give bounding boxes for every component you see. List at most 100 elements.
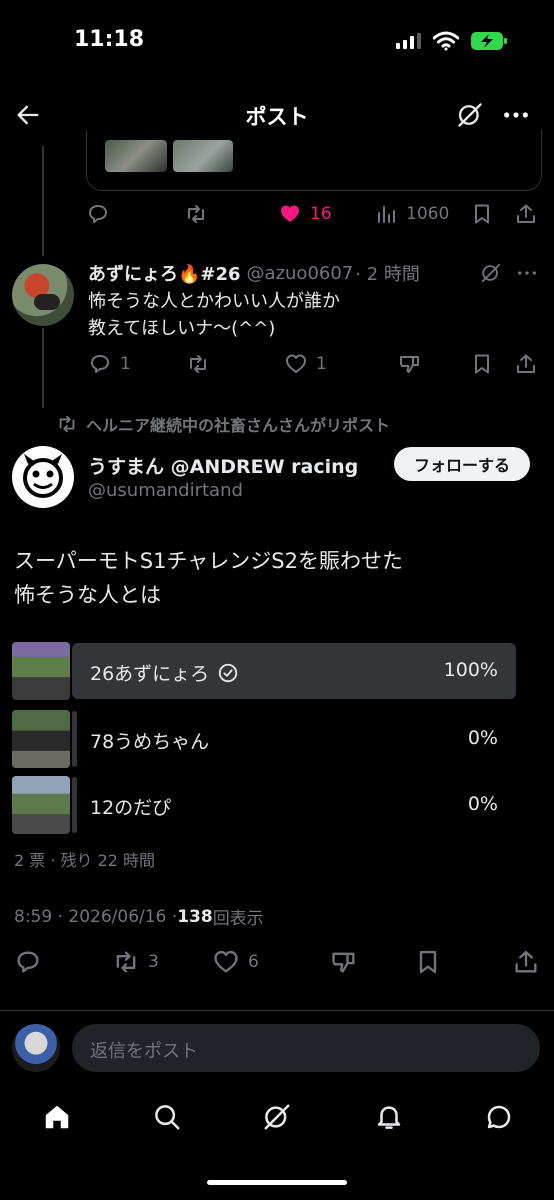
more-button[interactable] xyxy=(516,262,538,284)
post-time: · 2 時間 xyxy=(355,264,420,285)
bookmark-icon xyxy=(475,204,489,224)
like-count: 1 xyxy=(316,354,327,374)
grok-icon xyxy=(458,103,482,127)
more-icon xyxy=(504,112,528,118)
bookmark-button[interactable] xyxy=(414,948,442,976)
post-text-line: 怖そうな人とは xyxy=(14,583,161,607)
share-button[interactable] xyxy=(512,948,540,976)
grok-icon xyxy=(264,1104,290,1130)
poll-option-percent: 0% xyxy=(467,793,498,815)
heart-filled-icon xyxy=(281,205,299,222)
quoted-media-card[interactable] xyxy=(86,130,542,191)
views-button[interactable]: 1060 xyxy=(374,202,449,226)
share-button[interactable] xyxy=(514,352,538,376)
views-label: 回表示 xyxy=(212,909,264,929)
bottom-nav xyxy=(0,1096,554,1140)
home-indicator xyxy=(207,1180,347,1185)
repost-button[interactable] xyxy=(186,352,210,376)
avatar[interactable] xyxy=(12,264,74,326)
grok-button[interactable] xyxy=(456,101,484,129)
share-icon xyxy=(517,204,535,223)
repost-icon xyxy=(116,951,136,973)
poll-bar xyxy=(72,711,77,767)
poll-option-percent: 100% xyxy=(443,659,498,681)
repost-banner[interactable]: ヘルニア継続中の社畜さんさんがリポスト xyxy=(56,412,390,436)
more-button[interactable] xyxy=(502,101,530,129)
repost-count: 3 xyxy=(148,952,159,972)
tab-messages[interactable] xyxy=(484,1102,514,1132)
bookmark-icon xyxy=(419,950,437,974)
author-handle[interactable]: @usumandirtand xyxy=(88,480,243,501)
grok-button[interactable] xyxy=(480,262,502,284)
tab-notifications[interactable] xyxy=(374,1102,404,1132)
reply-button[interactable]: 1 xyxy=(88,352,131,376)
follow-button-label: フォローする xyxy=(413,456,510,475)
views-icon xyxy=(378,206,395,223)
reply-text: 怖そうな人とかわいい人が誰か 教えてほしいナ〜(^^) xyxy=(88,288,340,342)
composer-avatar[interactable] xyxy=(12,1024,60,1072)
repost-icon xyxy=(190,355,206,373)
poll-option-label: 78うめちゃん xyxy=(90,731,210,753)
media-thumbnail[interactable] xyxy=(173,140,233,172)
poll-option-image xyxy=(12,710,70,768)
home-icon xyxy=(45,1105,69,1129)
avatar-rider xyxy=(34,294,60,310)
author-avatar[interactable] xyxy=(12,446,74,508)
reply-count: 1 xyxy=(120,354,131,374)
post-text: スーパーモトS1チャレンジS2を賑わせた 怖そうな人とは xyxy=(14,544,403,612)
bookmark-button[interactable] xyxy=(470,202,494,226)
poll-option-percent: 0% xyxy=(467,727,498,749)
like-button[interactable]: 16 xyxy=(278,202,332,226)
poll: 26あずにょろ 100% 78うめちゃん 0% 12のだぴ 0% xyxy=(0,640,554,840)
reply-button[interactable] xyxy=(14,948,42,976)
logo-icon xyxy=(23,454,63,498)
share-button[interactable] xyxy=(514,202,538,226)
like-button[interactable]: 6 xyxy=(212,948,259,976)
timestamp-text[interactable]: 8:59 · 2026/06/16 · xyxy=(14,907,177,927)
dislike-button[interactable] xyxy=(398,352,422,376)
battery-icon xyxy=(470,31,508,51)
bookmark-icon xyxy=(475,354,489,374)
message-icon xyxy=(487,1105,511,1129)
repost-icon xyxy=(59,415,75,433)
reply-icon xyxy=(17,951,39,973)
repost-icon xyxy=(188,205,204,223)
divider xyxy=(0,1010,554,1011)
reply-post[interactable]: あずにょろ🔥#26 @azuo0607 · 2 時間 怖そうな人とかわいい人が誰… xyxy=(0,250,554,390)
share-icon xyxy=(517,354,535,373)
repost-button[interactable]: 3 xyxy=(112,948,159,976)
wifi-icon xyxy=(433,31,459,51)
poll-option: 26あずにょろ xyxy=(90,659,239,686)
follow-button[interactable]: フォローする xyxy=(394,447,530,481)
display-name[interactable]: あずにょろ🔥#26 xyxy=(88,260,241,286)
poll-option-label: 26あずにょろ xyxy=(90,663,210,685)
check-circle-icon xyxy=(219,663,238,682)
poll-meta: 2 票 · 残り 22 時間 xyxy=(14,851,156,870)
repost-button[interactable] xyxy=(184,202,208,226)
main-actions: 3 6 xyxy=(14,948,544,976)
bookmark-button[interactable] xyxy=(470,352,494,376)
poll-option-image xyxy=(12,776,70,834)
status-time: 11:18 xyxy=(74,27,145,52)
handle[interactable]: @azuo0607 xyxy=(247,263,354,284)
views-count: 1060 xyxy=(406,204,450,224)
dislike-icon xyxy=(400,356,419,373)
like-count: 16 xyxy=(310,204,332,224)
media-thumbnail[interactable] xyxy=(105,140,167,172)
reply-input[interactable]: 返信をポスト xyxy=(72,1024,540,1072)
heart-icon xyxy=(286,354,306,373)
reply-button[interactable] xyxy=(86,202,110,226)
status-bar: 11:18 xyxy=(0,0,554,80)
author-name[interactable]: うすまん @ANDREW racing xyxy=(88,452,358,479)
grok-icon xyxy=(481,263,501,283)
like-button[interactable]: 1 xyxy=(284,352,327,376)
more-icon xyxy=(518,271,536,275)
tab-home[interactable] xyxy=(42,1102,72,1132)
thread-line xyxy=(42,146,44,256)
tab-search[interactable] xyxy=(152,1102,182,1132)
dislike-button[interactable] xyxy=(330,948,358,976)
reply-icon xyxy=(91,355,109,373)
reply-icon xyxy=(89,205,107,223)
tab-grok[interactable] xyxy=(262,1102,292,1132)
poll-option-label: 12のだぴ xyxy=(90,797,172,819)
